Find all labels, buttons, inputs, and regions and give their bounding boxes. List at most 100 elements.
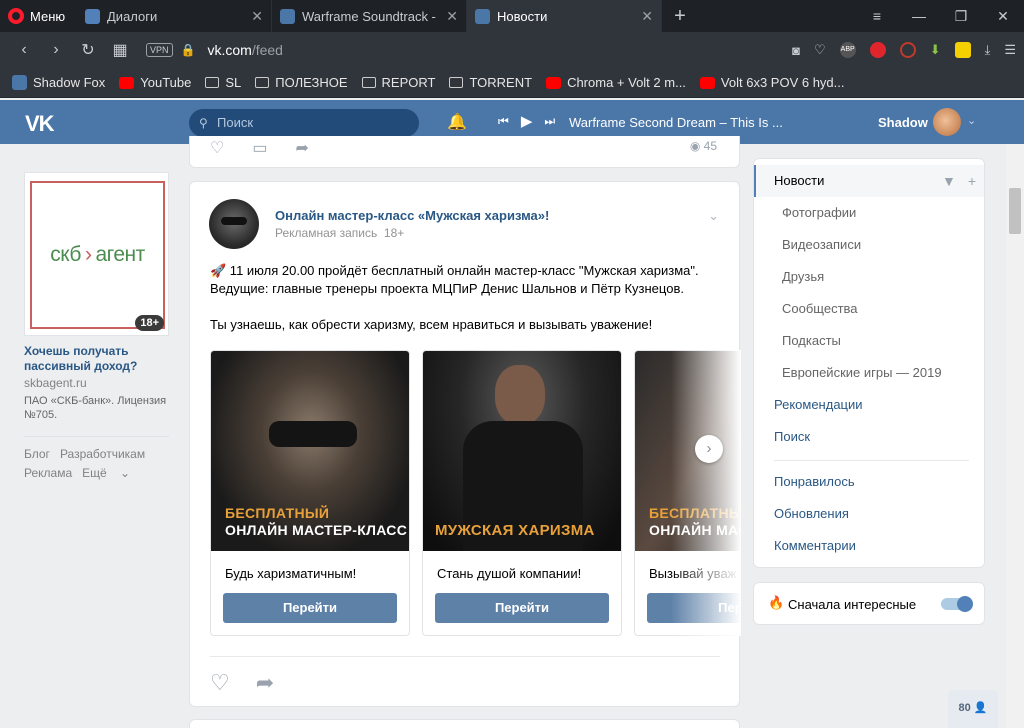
post-menu-chevron-icon[interactable]: ⌄ — [708, 208, 719, 224]
notifications-bell-icon[interactable]: 🔔 — [447, 112, 467, 132]
user-avatar[interactable] — [933, 108, 961, 136]
share-icon[interactable]: ➦ — [256, 670, 274, 696]
username[interactable]: Shadow — [878, 115, 928, 130]
raccoon-image: БЕСПЛАТНЫЙ ОНЛАЙН МАСТЕР-КЛАСС — [211, 351, 409, 551]
opera-menu-button[interactable]: Меню — [0, 0, 77, 32]
current-track-title[interactable]: Warframe Second Dream – This Is ... — [569, 115, 783, 130]
carousel-card[interactable]: БЕСПЛАТНЫЙ ОНЛАЙН МАСТЕР-КЛАСС Будь хари… — [210, 350, 410, 636]
menu-item-liked[interactable]: Понравилось — [754, 466, 984, 498]
bookmark-label: Shadow Fox — [33, 75, 106, 90]
tab-close-icon[interactable]: ✕ — [641, 8, 653, 25]
ad-title[interactable]: Хочешь получать пассивный доход? — [24, 344, 169, 374]
menu-item-updates[interactable]: Обновления — [754, 498, 984, 530]
back-icon[interactable]: ‹ — [8, 41, 40, 59]
extension-red-icon[interactable] — [869, 42, 886, 58]
bookmark-folder-torrent[interactable]: TORRENT — [449, 75, 532, 90]
url-field[interactable]: vk.com/feed — [207, 42, 282, 58]
plus-icon[interactable]: + — [968, 165, 976, 197]
tab-close-icon[interactable]: ✕ — [446, 8, 458, 25]
search-input[interactable]: ⚲ Поиск — [189, 109, 419, 137]
online-friends-badge[interactable]: 80 👤 — [948, 690, 998, 728]
go-button[interactable]: Перейти — [223, 593, 397, 623]
filter-icon[interactable]: ▼ — [942, 165, 956, 197]
close-window-icon[interactable]: ✕ — [982, 8, 1024, 25]
browser-tab-bar: Меню Диалоги ✕ Warframe Soundtrack - Wir… — [0, 0, 1024, 32]
age-badge: 18+ — [135, 315, 164, 331]
previous-track-icon[interactable]: ⏮ — [498, 114, 509, 130]
tab-news[interactable]: Новости ✕ — [467, 0, 662, 32]
page-scrollbar[interactable] — [1006, 144, 1024, 728]
camera-icon[interactable]: ◙ — [792, 43, 800, 58]
slide-label: Будь харизматичным! — [225, 566, 357, 581]
next-track-icon[interactable]: ⏭ — [544, 114, 555, 130]
tab-warframe-soundtrack[interactable]: Warframe Soundtrack - Wir ✕ — [272, 0, 467, 32]
settings-sliders-icon[interactable]: ☰ — [1004, 42, 1016, 58]
ad-domain[interactable]: skbagent.ru — [24, 376, 169, 390]
carousel-card[interactable]: МУЖСКАЯ ХАРИЗМА Стань душой компании! Пе… — [422, 350, 622, 636]
download-helper-icon[interactable]: ⬇ — [930, 42, 941, 58]
menu-item-news[interactable]: Новости ▼ + — [754, 165, 984, 197]
scrollbar-thumb[interactable] — [1009, 188, 1021, 234]
menu-item-search[interactable]: Поиск — [754, 421, 984, 453]
chevron-down-icon[interactable]: ⌄ — [967, 114, 976, 127]
new-tab-button[interactable]: + — [662, 0, 698, 32]
maximize-icon[interactable]: ❐ — [940, 8, 982, 25]
lock-icon[interactable]: 🔒 — [181, 43, 196, 57]
bookmark-shadow-fox[interactable]: Shadow Fox — [12, 75, 105, 90]
youtube-icon — [699, 76, 715, 89]
menu-item-comments[interactable]: Комментарии — [754, 530, 984, 562]
tab-dialogs[interactable]: Диалоги ✕ — [77, 0, 272, 32]
comment-icon[interactable]: ▭ — [252, 138, 267, 158]
youtube-icon — [546, 76, 562, 89]
bookmark-youtube[interactable]: YouTube — [119, 75, 191, 90]
go-button[interactable]: Перейти — [435, 593, 609, 623]
folder-icon — [205, 77, 220, 88]
footer-link-more[interactable]: Ещё ⌄ — [82, 466, 140, 480]
heart-icon[interactable]: ♡ — [814, 42, 826, 58]
bookmark-folder-report[interactable]: REPORT — [361, 75, 435, 90]
adblock-icon[interactable]: ABP — [839, 42, 856, 58]
sponsored-label: Рекламная запись — [275, 226, 378, 240]
reload-icon[interactable]: ↻ — [72, 40, 104, 60]
interesting-first-toggle[interactable] — [941, 596, 973, 612]
bookmark-folder-sl[interactable]: SL — [205, 75, 241, 90]
slide-caption: МУЖСКАЯ ХАРИЗМА — [435, 522, 595, 539]
address-bar: ‹ › ↻ ▦ VPN 🔒 vk.com/feed ◙ ♡ ABP ⬇ ⤓ ☰ — [0, 32, 1024, 68]
eye-icon: ◉ — [689, 139, 704, 153]
footer-link-blog[interactable]: Блог — [24, 447, 50, 461]
menu-item-european-games[interactable]: Европейские игры — 2019 — [754, 357, 984, 389]
window-controls: ≡ — ❐ ✕ — [856, 0, 1024, 32]
share-icon[interactable]: ➦ — [295, 138, 308, 158]
ad-banner[interactable]: скб › агент 18+ — [24, 172, 169, 336]
bookmark-folder-useful[interactable]: ПОЛЕЗНОЕ — [255, 75, 348, 90]
tab-menu-icon[interactable]: ≡ — [856, 8, 898, 24]
tabs-grid-icon[interactable]: ▦ — [104, 40, 136, 60]
like-icon[interactable]: ♡ — [210, 670, 230, 696]
extension-yellow-icon[interactable] — [954, 42, 971, 58]
forward-icon[interactable]: › — [40, 41, 72, 59]
menu-item-friends[interactable]: Друзья — [754, 261, 984, 293]
bookmark-chroma-volt[interactable]: Chroma + Volt 2 m... — [546, 75, 686, 90]
post-title[interactable]: Онлайн мастер-класс «Мужская харизма»! — [275, 208, 549, 223]
tab-close-icon[interactable]: ✕ — [251, 8, 263, 25]
like-icon[interactable]: ♡ — [210, 138, 224, 158]
post-author-avatar[interactable] — [209, 199, 259, 249]
menu-item-recommendations[interactable]: Рекомендации — [754, 389, 984, 421]
carousel-next-chevron-icon[interactable]: › — [695, 435, 723, 463]
menu-item-photos[interactable]: Фотографии — [754, 197, 984, 229]
downloads-icon[interactable]: ⤓ — [985, 42, 991, 58]
menu-item-videos[interactable]: Видеозаписи — [754, 229, 984, 261]
play-icon[interactable]: ▶ — [521, 112, 533, 130]
sponsored-post: Онлайн мастер-класс «Мужская харизма»! Р… — [189, 181, 741, 707]
tab-title: Новости — [497, 8, 548, 24]
vpn-badge[interactable]: VPN — [146, 43, 173, 57]
minimize-icon[interactable]: — — [898, 8, 940, 24]
menu-item-communities[interactable]: Сообщества — [754, 293, 984, 325]
vk-logo[interactable]: VK — [25, 111, 55, 137]
views-value: 45 — [703, 139, 717, 153]
menu-item-podcasts[interactable]: Подкасты — [754, 325, 984, 357]
footer-link-developers[interactable]: Разработчикам — [60, 447, 145, 461]
bookmark-volt-pov[interactable]: Volt 6x3 POV 6 hyd... — [699, 75, 845, 90]
shield-icon[interactable] — [899, 42, 916, 58]
footer-link-ads[interactable]: Реклама — [24, 466, 72, 480]
